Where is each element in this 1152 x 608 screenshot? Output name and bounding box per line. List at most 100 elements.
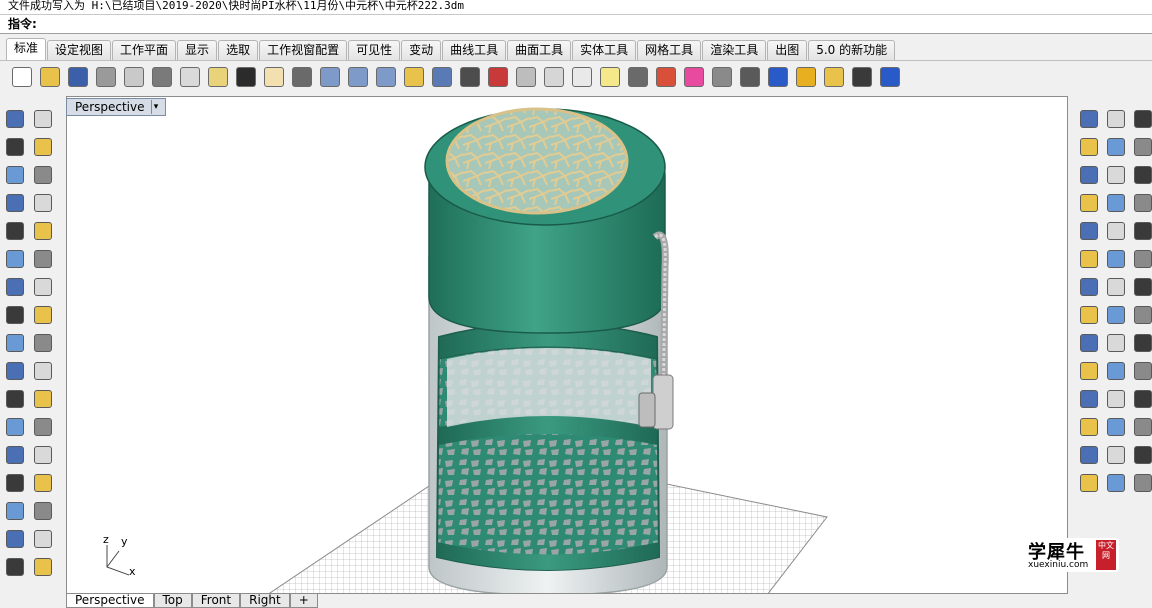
zoom-extents-button[interactable]	[372, 64, 400, 90]
viewport-tab-2[interactable]: Front	[191, 594, 241, 608]
curve-tool[interactable]	[1132, 164, 1152, 186]
skin-tool[interactable]	[1132, 276, 1152, 298]
tab-9[interactable]: 曲面工具	[507, 40, 572, 60]
tab-5[interactable]: 工作视窗配置	[259, 40, 348, 60]
bend-tool[interactable]	[1132, 304, 1152, 326]
tab-11[interactable]: 网格工具	[637, 40, 702, 60]
clipboard-button[interactable]	[120, 64, 148, 90]
tab-3[interactable]: 显示	[177, 40, 218, 60]
viewport-tab-0[interactable]: Perspective	[66, 594, 154, 608]
new-file-button[interactable]	[8, 64, 36, 90]
render-sphere-button[interactable]	[764, 64, 792, 90]
array-tool[interactable]	[4, 472, 26, 494]
explode-flash-tool[interactable]	[1105, 108, 1127, 130]
unroll-tool[interactable]	[32, 500, 54, 522]
loft-tool[interactable]	[1105, 220, 1127, 242]
fillet-tool[interactable]	[1132, 192, 1152, 214]
layer-button[interactable]	[652, 64, 680, 90]
gear-settings-button[interactable]	[820, 64, 848, 90]
move-view-button[interactable]	[288, 64, 316, 90]
network-tool[interactable]	[1078, 248, 1100, 270]
dimension-button[interactable]	[848, 64, 876, 90]
save-button[interactable]	[64, 64, 92, 90]
perspective-viewport[interactable]: z y x	[66, 96, 1068, 594]
edge-tool[interactable]	[1132, 108, 1152, 130]
sweep-curve-tool[interactable]	[1105, 192, 1127, 214]
check-tool[interactable]	[32, 556, 54, 578]
material-cone-button[interactable]	[792, 64, 820, 90]
shaded-sphere-button[interactable]	[708, 64, 736, 90]
polyline-tool[interactable]	[4, 136, 26, 158]
paste-button[interactable]	[204, 64, 232, 90]
cylinder-tool[interactable]	[1078, 360, 1100, 382]
grid-array-tool[interactable]	[4, 528, 26, 550]
arc-tool[interactable]	[4, 192, 26, 214]
cube-solid-tool[interactable]	[1078, 444, 1100, 466]
print-button[interactable]	[92, 64, 120, 90]
group-tool[interactable]	[4, 388, 26, 410]
tab-2[interactable]: 工作平面	[112, 40, 177, 60]
extrude-tool[interactable]	[4, 304, 26, 326]
command-line[interactable]: 指令:	[0, 14, 1152, 34]
rail-tool[interactable]	[1105, 276, 1127, 298]
line-tool[interactable]	[1105, 136, 1127, 158]
twist-tool[interactable]	[1105, 304, 1127, 326]
block-tool[interactable]	[4, 556, 26, 578]
grid-options-button[interactable]	[512, 64, 540, 90]
tube-tool[interactable]	[1132, 360, 1152, 382]
patch-tool[interactable]	[1105, 248, 1127, 270]
rotate-view-button[interactable]	[428, 64, 456, 90]
tab-13[interactable]: 出图	[767, 40, 808, 60]
flat-surface-tool[interactable]	[1132, 444, 1152, 466]
tab-8[interactable]: 曲线工具	[442, 40, 507, 60]
viewport-tab-4[interactable]: +	[289, 594, 318, 608]
viewport-tab-3[interactable]: Right	[240, 594, 290, 608]
mirror-tool[interactable]	[32, 472, 54, 494]
flow-tool[interactable]	[32, 528, 54, 550]
point-cloud-tool[interactable]	[1105, 472, 1127, 494]
light-bulb-button[interactable]	[596, 64, 624, 90]
viewport-menu-arrow-icon[interactable]: ▾	[150, 100, 161, 114]
select-arrow-tool[interactable]	[4, 108, 26, 130]
help-button[interactable]	[876, 64, 904, 90]
cone-tool[interactable]	[1105, 360, 1127, 382]
blend-tool[interactable]	[1132, 220, 1152, 242]
color-wheel-button[interactable]	[680, 64, 708, 90]
sphere-quad-tool[interactable]	[1132, 248, 1152, 270]
tab-6[interactable]: 可见性	[348, 40, 401, 60]
text-tool[interactable]	[4, 444, 26, 466]
curve-arc-tool[interactable]	[1132, 136, 1152, 158]
ellipse-tool[interactable]	[32, 164, 54, 186]
offset-2-tool[interactable]	[1078, 192, 1100, 214]
cube-tool[interactable]	[1132, 416, 1152, 438]
trim-tool[interactable]	[4, 360, 26, 382]
boolean-split-tool[interactable]	[1132, 388, 1152, 410]
zoom-window-button[interactable]	[344, 64, 372, 90]
open-folder-button[interactable]	[36, 64, 64, 90]
planar-tool[interactable]	[1078, 304, 1100, 326]
rectangle-tool[interactable]	[1105, 164, 1127, 186]
solid-join-tool[interactable]	[1105, 332, 1127, 354]
tab-10[interactable]: 实体工具	[572, 40, 637, 60]
tab-14[interactable]: 5.0 的新功能	[808, 40, 896, 60]
lock-button[interactable]	[624, 64, 652, 90]
mesh-surface-tool[interactable]	[32, 304, 54, 326]
circle-tool[interactable]	[4, 164, 26, 186]
boolean-diff-tool[interactable]	[1078, 388, 1100, 410]
cap-tool[interactable]	[1132, 332, 1152, 354]
car-button[interactable]	[484, 64, 512, 90]
undo-button[interactable]	[232, 64, 260, 90]
solid-box-tool[interactable]	[4, 500, 26, 522]
four-viewports-button[interactable]	[456, 64, 484, 90]
gear-tool[interactable]	[1078, 108, 1100, 130]
pyramid-tool[interactable]	[1105, 416, 1127, 438]
box-tool[interactable]	[4, 276, 26, 298]
boolean-union-tool[interactable]	[1105, 388, 1127, 410]
cut-button[interactable]	[148, 64, 176, 90]
offset-tool[interactable]	[4, 416, 26, 438]
box-edit-tool[interactable]	[1078, 472, 1100, 494]
tab-7[interactable]: 变动	[401, 40, 442, 60]
sweep-tool[interactable]	[32, 248, 54, 270]
point-tool[interactable]	[32, 108, 54, 130]
extrude-surface-tool[interactable]	[1078, 276, 1100, 298]
